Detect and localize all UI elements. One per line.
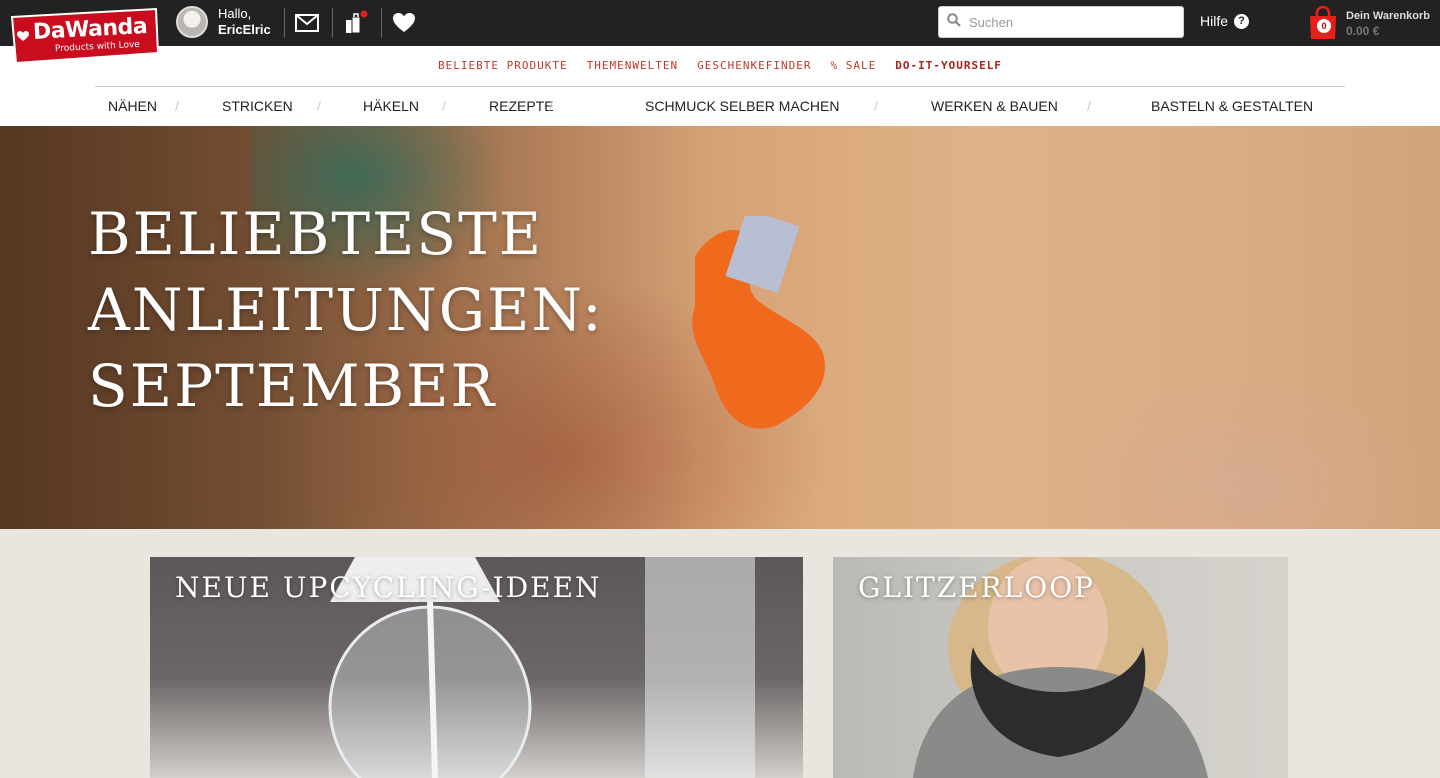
separator: / (1087, 98, 1091, 114)
top-bar: Hallo, EricElric Hilfe ? 0 Dein Warenkor… (0, 0, 1440, 46)
tile-title: NEUE UPCYCLING-IDEEN (175, 571, 602, 604)
nav-haekeln[interactable]: HÄKELN (363, 98, 419, 114)
cart-amount: 0.00 € (1346, 24, 1380, 38)
dawanda-logo[interactable]: DaWanda Products with Love (10, 7, 160, 65)
category-do-it-yourself[interactable]: DO-IT-YOURSELF (895, 59, 1002, 72)
nav-basteln-gestalten[interactable]: BASTELN & GESTALTEN (1151, 98, 1313, 114)
heart-icon[interactable] (391, 10, 417, 36)
divider (332, 8, 333, 38)
nav-rezepte[interactable]: REZEPTE (489, 98, 554, 114)
avatar[interactable] (176, 6, 208, 38)
category-navigation: BELIEBTE PRODUKTE THEMENWELTEN GESCHENKE… (0, 46, 1440, 126)
help-link[interactable]: Hilfe ? (1200, 13, 1250, 29)
nav-stricken[interactable]: STRICKEN (222, 98, 293, 114)
tile-title: GLITZERLOOP (858, 571, 1096, 604)
search-icon (947, 12, 961, 32)
felt-figure-image (692, 216, 825, 429)
separator: / (442, 98, 446, 114)
separator: / (874, 98, 878, 114)
hero-title-line-3: SEPTEMBER (88, 352, 497, 420)
shopping-bags-icon[interactable] (342, 10, 368, 36)
nav-werken-bauen[interactable]: WERKEN & BAUEN (931, 98, 1058, 114)
divider (284, 8, 285, 38)
hero-title-line-1: BELIEBTESTE (88, 200, 544, 268)
cart-label: Dein Warenkorb (1346, 10, 1430, 22)
diy-subnavigation: NÄHEN / STRICKEN / HÄKELN / REZEPTE / SC… (0, 98, 1440, 118)
category-themenwelten[interactable]: THEMENWELTEN (587, 59, 678, 72)
divider (381, 8, 382, 38)
category-sale[interactable]: % SALE (830, 59, 876, 72)
search-input[interactable] (969, 14, 1169, 30)
greeting-text: Hallo, (218, 6, 252, 21)
separator: / (549, 98, 553, 114)
user-greeting: Hallo, EricElric (218, 6, 271, 38)
divider (95, 86, 1345, 87)
username[interactable]: EricElric (218, 22, 271, 38)
nav-schmuck-selber-machen[interactable]: SCHMUCK SELBER MACHEN (645, 98, 839, 114)
help-label: Hilfe (1200, 13, 1229, 29)
search-box[interactable] (938, 6, 1184, 38)
cart-count-badge: 0 (1317, 19, 1331, 33)
tile-glitzerloop[interactable]: GLITZERLOOP (833, 557, 1288, 778)
user-menu[interactable]: Hallo, EricElric (176, 6, 271, 38)
separator: / (175, 98, 179, 114)
hero-title-line-2: ANLEITUNGEN: (88, 276, 604, 344)
mail-icon[interactable] (294, 10, 320, 36)
cart-icon[interactable]: 0 (1308, 5, 1338, 45)
category-geschenkefinder[interactable]: GESCHENKEFINDER (697, 59, 811, 72)
main-categories: BELIEBTE PRODUKTE THEMENWELTEN GESCHENKE… (0, 59, 1440, 72)
nav-naehen[interactable]: NÄHEN (108, 98, 157, 114)
tile-upcycling[interactable]: NEUE UPCYCLING-IDEEN (150, 557, 803, 778)
hero-title: BELIEBTESTE ANLEITUNGEN: SEPTEMBER (88, 196, 604, 424)
hero-banner[interactable]: BELIEBTESTE ANLEITUNGEN: SEPTEMBER (0, 126, 1440, 529)
cart-summary[interactable]: Dein Warenkorb 0.00 € (1346, 9, 1430, 39)
separator: / (317, 98, 321, 114)
category-beliebte-produkte[interactable]: BELIEBTE PRODUKTE (438, 59, 568, 72)
help-icon: ? (1234, 13, 1250, 29)
